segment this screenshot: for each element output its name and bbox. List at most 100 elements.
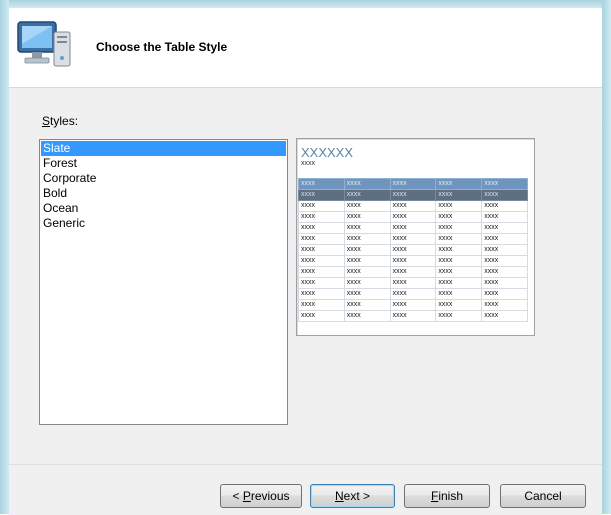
preview-cell: xxxx (298, 266, 345, 278)
preview-cell: xxxx (435, 178, 483, 190)
preview-cell: xxxx (435, 299, 483, 311)
window-frame-left (0, 0, 9, 514)
preview-cell: xxxx (389, 233, 437, 245)
preview-cell: xxxx (298, 244, 345, 256)
preview-data-row: xxxx xxxx xxxx xxxx xxxx (298, 277, 528, 289)
preview-cell: xxxx (481, 211, 528, 223)
preview-cell: xxxx (298, 299, 345, 311)
style-option-corporate[interactable]: Corporate (40, 171, 287, 186)
preview-cell: xxxx (343, 255, 391, 267)
preview-cell: xxxx (435, 277, 483, 289)
preview-data-row: xxxx xxxx xxxx xxxx xxxx (298, 189, 528, 201)
style-option-slate[interactable]: Slate (41, 141, 286, 156)
preview-cell: xxxx (343, 189, 391, 201)
preview-cell: xxxx (435, 310, 483, 322)
style-option-ocean[interactable]: Ocean (40, 201, 287, 216)
preview-cell: xxxx (389, 288, 437, 300)
preview-cell: xxxx (481, 189, 528, 201)
preview-data-row: xxxx xxxx xxxx xxxx xxxx (298, 233, 528, 245)
preview-cell: xxxx (481, 299, 528, 311)
preview-subtitle: xxxx (301, 160, 315, 167)
wizard-content: Styles: Slate Forest Corporate Bold Ocean Gen… (9, 88, 602, 464)
preview-data-row: xxxx xxxx xxxx xxxx xxxx (298, 211, 528, 223)
preview-cell: xxxx (298, 200, 345, 212)
preview-cell: xxxx (481, 233, 528, 245)
preview-cell: xxxx (343, 310, 391, 322)
preview-cell: xxxx (481, 244, 528, 256)
preview-cell: xxxx (481, 200, 528, 212)
cancel-button[interactable]: Cancel (500, 484, 586, 508)
preview-cell: xxxx (481, 178, 528, 190)
preview-cell: xxxx (389, 266, 437, 278)
style-option-bold[interactable]: Bold (40, 186, 287, 201)
preview-header-row: xxxx xxxx xxxx xxxx xxxx (298, 178, 528, 190)
preview-cell: xxxx (298, 222, 345, 234)
preview-cell: xxxx (435, 200, 483, 212)
preview-cell: xxxx (481, 310, 528, 322)
window-frame-top (0, 0, 611, 8)
next-button-rest: ext > (343, 489, 371, 503)
preview-data-row: xxxx xxxx xxxx xxxx xxxx (298, 266, 528, 278)
preview-data-row: xxxx xxxx xxxx xxxx xxxx (298, 288, 528, 300)
style-option-generic[interactable]: Generic (40, 216, 287, 231)
style-preview: XXXXXX xxxx xxxx xxxx xxxx xxxx xxxx xxxx xxxx… (296, 138, 535, 336)
preview-cell: xxxx (389, 310, 437, 322)
styles-listbox[interactable]: Slate Forest Corporate Bold Ocean Generic (39, 139, 288, 425)
preview-data-row: xxxx xxxx xxxx xxxx xxxx (298, 299, 528, 311)
preview-cell: xxxx (481, 266, 528, 278)
preview-cell: xxxx (343, 288, 391, 300)
preview-cell: xxxx (343, 299, 391, 311)
styles-label-rest: tyles: (50, 114, 79, 128)
next-button-mnemonic: N (334, 489, 344, 503)
preview-cell: xxxx (298, 189, 345, 201)
preview-cell: xxxx (389, 255, 437, 267)
preview-cell: xxxx (435, 255, 483, 267)
page-title: Choose the Table Style (96, 40, 228, 54)
window-frame-right (602, 0, 611, 514)
preview-cell: xxxx (343, 222, 391, 234)
style-option-forest[interactable]: Forest (40, 156, 287, 171)
preview-cell: xxxx (435, 266, 483, 278)
previous-button[interactable]: < Previous (220, 484, 302, 508)
wizard-header: Choose the Table Style (9, 8, 602, 88)
preview-cell: xxxx (343, 266, 391, 278)
preview-cell: xxxx (389, 222, 437, 234)
preview-data-row: xxxx xxxx xxxx xxxx xxxx (298, 222, 528, 234)
next-button[interactable]: Next > (310, 484, 395, 508)
preview-cell: xxxx (435, 233, 483, 245)
preview-cell: xxxx (481, 277, 528, 289)
preview-cell: xxxx (298, 255, 345, 267)
finish-button[interactable]: Finish (404, 484, 490, 508)
preview-cell: xxxx (343, 277, 391, 289)
styles-label-mnemonic: S (42, 114, 51, 128)
preview-cell: xxxx (389, 277, 437, 289)
finish-button-rest: inish (438, 489, 464, 503)
preview-cell: xxxx (389, 189, 437, 201)
preview-data-row: xxxx xxxx xxxx xxxx xxxx (298, 200, 528, 212)
preview-table: xxxx xxxx xxxx xxxx xxxx xxxx xxxx xxxx xxxx xxxx… (298, 178, 528, 322)
preview-cell: xxxx (298, 310, 345, 322)
preview-cell: xxxx (389, 178, 437, 190)
preview-cell: xxxx (435, 189, 483, 201)
preview-cell: xxxx (298, 211, 345, 223)
preview-cell: xxxx (343, 244, 391, 256)
preview-cell: xxxx (343, 200, 391, 212)
previous-button-rest: revious (250, 489, 290, 503)
styles-label: Styles: (42, 114, 78, 128)
preview-cell: xxxx (435, 211, 483, 223)
computer-icon (17, 21, 71, 67)
preview-data-row: xxxx xxxx xxxx xxxx xxxx (298, 310, 528, 322)
preview-cell: xxxx (389, 200, 437, 212)
preview-cell: xxxx (343, 178, 391, 190)
previous-button-mnemonic: P (242, 489, 251, 503)
preview-cell: xxxx (343, 211, 391, 223)
finish-button-mnemonic: F (430, 489, 439, 503)
preview-cell: xxxx (343, 233, 391, 245)
preview-cell: xxxx (435, 222, 483, 234)
preview-data-row: xxxx xxxx xxxx xxxx xxxx (298, 255, 528, 267)
wizard-footer: < Previous Next > Finish Cancel (9, 464, 602, 515)
preview-cell: xxxx (389, 299, 437, 311)
preview-data-row: xxxx xxxx xxxx xxxx xxxx (298, 244, 528, 256)
preview-cell: xxxx (435, 244, 483, 256)
preview-cell: xxxx (298, 233, 345, 245)
